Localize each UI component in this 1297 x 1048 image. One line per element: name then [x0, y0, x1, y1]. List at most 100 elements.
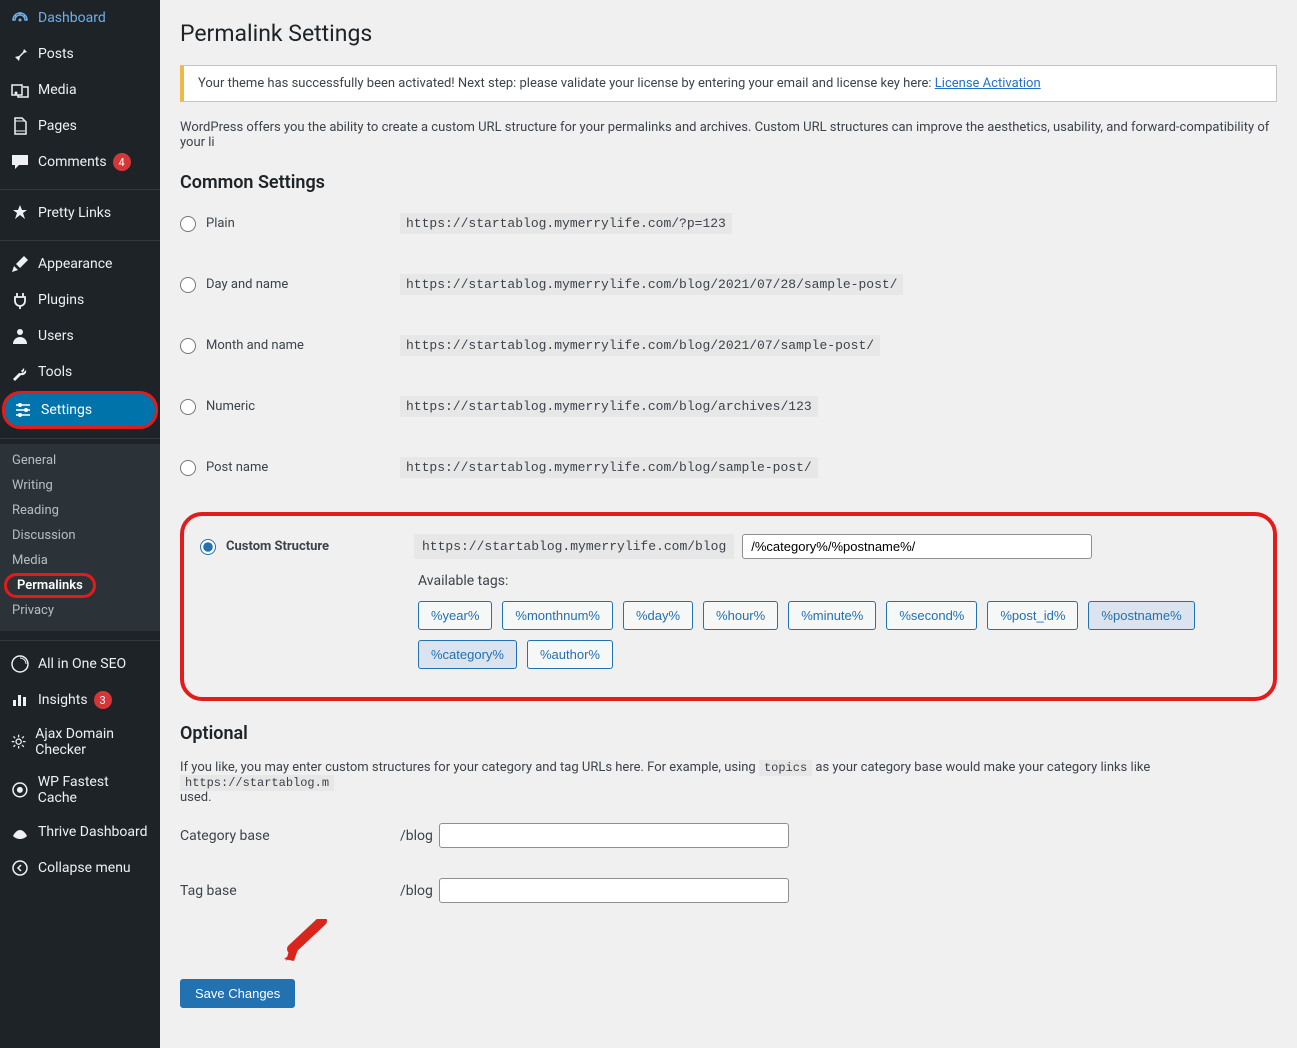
- sidebar-item-ajax-domain-checker[interactable]: Ajax Domain Checker: [0, 718, 160, 766]
- permalink-option-day-and-name: Day and name https://startablog.mymerryli…: [180, 274, 1277, 295]
- tag-button-hour[interactable]: %hour%: [703, 601, 778, 630]
- wrench-icon: [10, 362, 30, 382]
- media-icon: [10, 80, 30, 100]
- tag-button-minute[interactable]: %minute%: [788, 601, 876, 630]
- activation-notice: Your theme has successfully been activat…: [180, 65, 1277, 102]
- tag-button-postname[interactable]: %postname%: [1088, 601, 1194, 630]
- sidebar-sub-item-writing[interactable]: Writing: [0, 473, 160, 498]
- permalink-radio-month-and-name[interactable]: [180, 338, 196, 354]
- sidebar-item-users[interactable]: Users: [0, 318, 160, 354]
- permalink-option-month-and-name: Month and namehttps://startablog.mymerry…: [180, 335, 1277, 356]
- category-base-input[interactable]: [439, 823, 789, 848]
- optional-text: If you like, you may enter custom struct…: [180, 760, 1277, 805]
- page-title: Permalink Settings: [180, 20, 1277, 47]
- sidebar-sub-item-privacy[interactable]: Privacy: [0, 598, 160, 623]
- sidebar-sub-item-discussion[interactable]: Discussion: [0, 523, 160, 548]
- sidebar-item-label: Comments: [38, 154, 107, 170]
- sidebar-item-label: Collapse menu: [38, 860, 131, 876]
- sidebar-item-label: Pretty Links: [38, 205, 111, 221]
- collapse-icon: [10, 858, 30, 878]
- save-changes-button[interactable]: Save Changes: [180, 979, 295, 1008]
- permalink-option-numeric: Numerichttps://startablog.mymerrylife.co…: [180, 396, 1277, 417]
- sidebar-item-wp-fastest-cache[interactable]: WP Fastest Cache: [0, 766, 160, 814]
- brush-icon: [10, 254, 30, 274]
- intro-text: WordPress offers you the ability to crea…: [180, 120, 1277, 150]
- tag-button-monthnum[interactable]: %monthnum%: [502, 601, 613, 630]
- permalink-option-label: Numeric: [206, 399, 255, 414]
- sidebar-item-comments[interactable]: Comments 4: [0, 144, 160, 180]
- permalink-radio-day-and-name[interactable]: [180, 277, 196, 293]
- tag-button-second[interactable]: %second%: [886, 601, 977, 630]
- custom-structure-label: Custom Structure: [226, 539, 329, 554]
- sidebar-item-thrive-dashboard[interactable]: Thrive Dashboard: [0, 814, 160, 850]
- main-content: Permalink Settings Your theme has succes…: [160, 0, 1297, 1048]
- seo-icon: [10, 654, 30, 674]
- permalink-example: https://startablog.mymerrylife.com/?p=12…: [400, 213, 732, 234]
- available-tags-label: Available tags:: [418, 573, 1257, 589]
- pin-icon: [10, 44, 30, 64]
- sidebar-item-posts[interactable]: Posts: [0, 36, 160, 72]
- sidebar-item-all-in-one-seo[interactable]: All in One SEO: [0, 646, 160, 682]
- permalink-option-plain: Plain https://startablog.mymerrylife.com/…: [180, 213, 1277, 234]
- permalink-example: https://startablog.mymerrylife.com/blog/…: [400, 335, 880, 356]
- permalink-example: https://startablog.mymerrylife.com/blog/…: [400, 457, 818, 478]
- dashboard-icon: [10, 8, 30, 28]
- sidebar-item-label: Posts: [38, 46, 74, 62]
- sidebar-item-label: Appearance: [38, 256, 112, 272]
- license-activation-link[interactable]: License Activation: [935, 76, 1041, 91]
- permalink-radio-plain[interactable]: [180, 216, 196, 232]
- tag-button-author[interactable]: %author%: [527, 640, 613, 669]
- sidebar-item-settings[interactable]: Settings: [2, 391, 158, 429]
- common-settings-heading: Common Settings: [180, 172, 1277, 193]
- tag-base-input[interactable]: [439, 878, 789, 903]
- sidebar-item-appearance[interactable]: Appearance: [0, 246, 160, 282]
- permalink-option-label: Post name: [206, 460, 268, 475]
- plug-icon: [10, 290, 30, 310]
- sidebar-item-label: Insights: [38, 692, 88, 708]
- sidebar-item-label: Users: [38, 328, 74, 344]
- sidebar-sub-item-media[interactable]: Media: [0, 548, 160, 573]
- sidebar-item-label: Settings: [41, 402, 92, 418]
- custom-url-prefix: https://startablog.mymerrylife.com/blog: [414, 534, 734, 559]
- permalink-option-label: Plain: [206, 216, 235, 231]
- tag-button-year[interactable]: %year%: [418, 601, 492, 630]
- admin-sidebar: Dashboard Posts Media Pages Comments 4 Pretty …: [0, 0, 160, 1048]
- sidebar-sub-item-permalinks[interactable]: Permalinks: [4, 573, 96, 598]
- sidebar-item-label: Media: [38, 82, 77, 98]
- sidebar-item-label: Ajax Domain Checker: [35, 726, 150, 758]
- sidebar-item-label: Thrive Dashboard: [38, 824, 148, 840]
- arrow-icon: [280, 919, 328, 967]
- sidebar-item-pages[interactable]: Pages: [0, 108, 160, 144]
- sidebar-item-pretty-links[interactable]: Pretty Links: [0, 195, 160, 231]
- gear-icon: [10, 732, 27, 752]
- sidebar-item-collapse-menu[interactable]: Collapse menu: [0, 850, 160, 886]
- permalink-radio-numeric[interactable]: [180, 399, 196, 415]
- sidebar-item-label: Tools: [38, 364, 72, 380]
- sidebar-sub-item-reading[interactable]: Reading: [0, 498, 160, 523]
- sidebar-item-plugins[interactable]: Plugins: [0, 282, 160, 318]
- pages-icon: [10, 116, 30, 136]
- tag-button-category[interactable]: %category%: [418, 640, 517, 669]
- custom-structure-radio[interactable]: [200, 539, 216, 555]
- count-badge: 3: [94, 691, 112, 709]
- sidebar-item-media[interactable]: Media: [0, 72, 160, 108]
- tag-button-day[interactable]: %day%: [623, 601, 693, 630]
- sidebar-item-label: Pages: [38, 118, 77, 134]
- sidebar-item-dashboard[interactable]: Dashboard: [0, 0, 160, 36]
- category-base-label: Category base: [180, 828, 400, 844]
- permalink-option-post-name: Post name https://startablog.mymerrylife.…: [180, 457, 1277, 478]
- tag-button-post_id[interactable]: %post_id%: [987, 601, 1078, 630]
- sidebar-item-insights[interactable]: Insights 3: [0, 682, 160, 718]
- user-icon: [10, 326, 30, 346]
- custom-structure-input[interactable]: [742, 534, 1092, 559]
- permalink-radio-post-name[interactable]: [180, 460, 196, 476]
- count-badge: 4: [113, 153, 131, 171]
- star-icon: [10, 203, 30, 223]
- permalink-option-label: Day and name: [206, 277, 288, 292]
- sidebar-item-label: WP Fastest Cache: [38, 774, 150, 806]
- cache-icon: [10, 780, 30, 800]
- sidebar-sub-item-general[interactable]: General: [0, 448, 160, 473]
- sidebar-item-tools[interactable]: Tools: [0, 354, 160, 390]
- permalink-example: https://startablog.mymerrylife.com/blog/…: [400, 274, 903, 295]
- custom-structure-block: Custom Structure https://startablog.myme…: [180, 512, 1277, 701]
